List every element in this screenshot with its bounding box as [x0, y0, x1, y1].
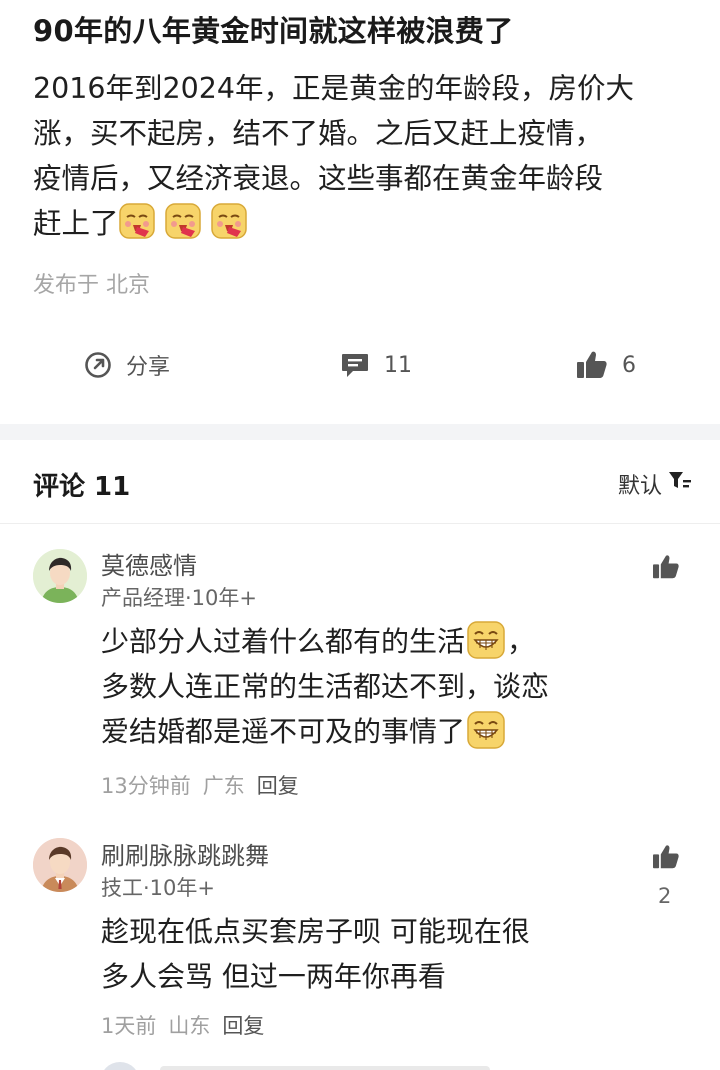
grinning-emoji-icon: [467, 711, 505, 749]
comment-time: 1天前: [101, 1014, 157, 1038]
comment-like-button[interactable]: [652, 554, 680, 584]
filter-icon: [662, 470, 692, 498]
comment-location: 山东: [168, 1014, 211, 1038]
comment-text-line: 多数人连正常的生活都达不到，谈恋: [101, 670, 550, 703]
avatar[interactable]: [33, 838, 87, 892]
comment-text-line: 多人会骂 但过一两年你再看: [101, 960, 446, 993]
post-body-line: 赶上了: [33, 201, 698, 246]
share-icon: [84, 351, 112, 379]
post-title: 90年的八年黄金时间就这样被浪费了: [33, 14, 514, 48]
post-card: 90年的八年黄金时间就这样被浪费了 2016年到2024年，正是黄金的年龄段，房…: [0, 0, 720, 424]
sort-button[interactable]: 默认: [618, 468, 692, 500]
grinning-emoji-icon: [467, 621, 505, 659]
comment-text-line-text: ，: [507, 625, 536, 658]
sort-label: 默认: [617, 474, 662, 499]
comment-icon: [340, 351, 370, 379]
comment-item: 刷刷脉脉跳跳舞 技工·10年+ 趁现在低点买套房子呗 可能现在很 多人会骂 但过…: [0, 814, 720, 1054]
thumbs-up-icon: [576, 350, 608, 380]
comment-like-count: 2: [658, 884, 672, 908]
post-body: 2016年到2024年，正是黄金的年龄段，房价大 涨，买不起房，结不了婚。之后又…: [33, 66, 698, 246]
comment-like-button[interactable]: [652, 844, 680, 874]
next-comment-avatar-partial: [100, 1062, 140, 1070]
comment-author-meta: 技工·10年+: [101, 876, 215, 900]
comment-location: 广东: [202, 774, 245, 798]
like-button[interactable]: 6: [576, 345, 636, 385]
thumbs-up-icon: [652, 555, 680, 584]
comment-time: 13分钟前: [101, 774, 191, 798]
post-body-line: 涨，买不起房，结不了婚。之后又赶上疫情，: [33, 117, 604, 150]
share-label: 分享: [126, 355, 171, 380]
post-body-line: 疫情后，又经济衰退。这些事都在黄金年龄段: [33, 162, 604, 195]
blushing-laugh-emoji-icon: [118, 203, 155, 239]
reply-button[interactable]: 回复: [257, 774, 299, 798]
avatar[interactable]: [33, 549, 87, 603]
comment-item: 莫德感情 产品经理·10年+ 少部分人过着什么都有的生活 ， 多数人连正常的生活…: [0, 524, 720, 814]
comment-author-name[interactable]: 莫德感情: [101, 546, 197, 581]
comment-author-meta: 产品经理·10年+: [101, 586, 257, 610]
comment-text: 趁现在低点买套房子呗 可能现在很 多人会骂 但过一两年你再看: [101, 909, 641, 999]
reply-button[interactable]: 回复: [222, 1014, 264, 1038]
comment-text-line: 少部分人过着什么都有的生活 ，: [101, 619, 641, 664]
like-count: 6: [622, 352, 636, 378]
thumbs-up-icon: [652, 845, 680, 874]
comment-text-line: 趁现在低点买套房子呗 可能现在很: [101, 915, 530, 948]
post-location: 发布于 北京: [33, 273, 150, 298]
next-comment-name-partial: [160, 1066, 490, 1070]
section-divider: [0, 424, 720, 440]
post-body-line: 2016年到2024年，正是黄金的年龄段，房价大: [33, 72, 635, 105]
share-button[interactable]: 分享: [84, 345, 170, 385]
comment-text: 少部分人过着什么都有的生活 ， 多数人连正常的生活都达不到，谈恋 爱结婚都是遥不…: [101, 619, 641, 754]
comment-button[interactable]: 11: [340, 345, 412, 385]
comments-title: 评论 11: [33, 472, 131, 502]
comment-count: 11: [384, 352, 412, 378]
post-body-line-text: 赶上了: [33, 207, 119, 240]
comment-footer: 13分钟前 广东 回复: [101, 770, 311, 800]
comment-footer: 1天前 山东 回复: [101, 1010, 276, 1040]
comment-text-line-text: 少部分人过着什么都有的生活: [101, 625, 466, 658]
blushing-laugh-emoji-icon: [164, 203, 201, 239]
comment-text-line-text: 爱结婚都是遥不可及的事情了: [101, 715, 466, 748]
comment-text-line: 爱结婚都是遥不可及的事情了: [101, 709, 641, 754]
blushing-laugh-emoji-icon: [210, 203, 247, 239]
comments-header: 评论 11 默认: [0, 440, 720, 524]
comment-author-name[interactable]: 刷刷脉脉跳跳舞: [101, 836, 269, 871]
